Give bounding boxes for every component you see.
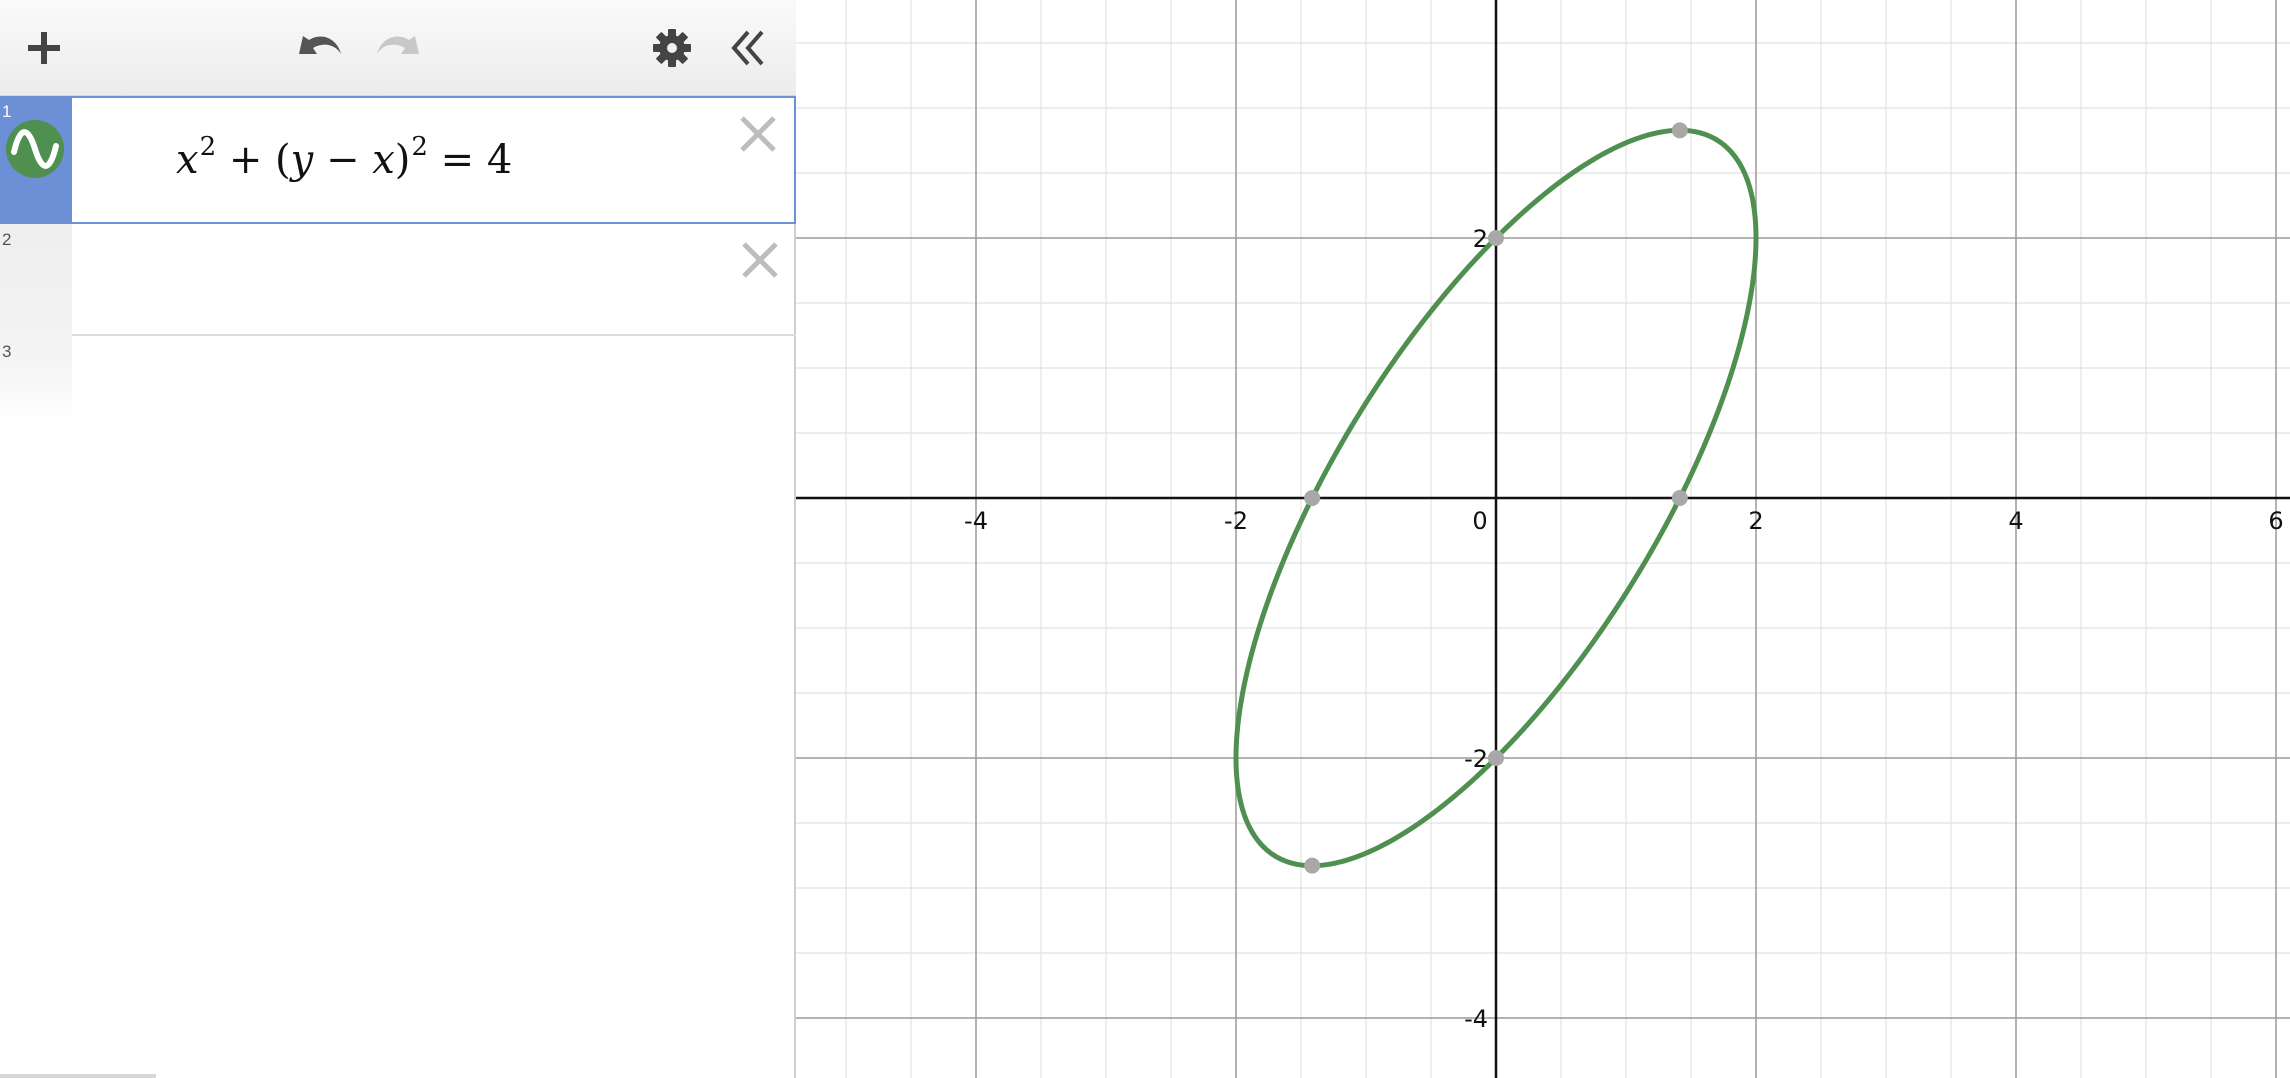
x-tick-label: 2 [1748, 507, 1763, 535]
expression-math: x2 + (y − x)2 = 4 [176, 132, 512, 183]
redo-button[interactable] [368, 18, 428, 78]
math-exponent: 2 [199, 132, 217, 162]
expression-row-1[interactable]: 1 x2 + (y − x)2 = 4 [0, 96, 796, 224]
expression-input-2[interactable] [72, 224, 796, 336]
expression-number: 1 [2, 102, 12, 121]
graph-canvas[interactable]: -4 -2 0 2 4 6 2 -2 -4 [796, 0, 2290, 1078]
add-expression-button[interactable] [14, 18, 74, 78]
settings-button[interactable] [642, 18, 702, 78]
point-of-interest[interactable] [1304, 490, 1321, 506]
expression-row-2[interactable]: 2 [0, 224, 796, 336]
math-operator: + ( [216, 137, 291, 183]
double-chevron-left-icon [731, 30, 764, 66]
redo-icon [377, 36, 419, 54]
expression-number: 3 [2, 342, 12, 361]
x-tick-label: 6 [2268, 507, 2283, 535]
point-of-interest[interactable] [1488, 750, 1504, 766]
undo-button[interactable] [290, 18, 350, 78]
math-var-y: y [290, 137, 314, 183]
math-operator: − [313, 137, 373, 183]
math-var-x: x [176, 137, 199, 183]
delete-expression-button[interactable] [736, 112, 780, 156]
math-var-x: x [372, 137, 395, 183]
undo-icon [299, 36, 341, 54]
expression-number: 2 [2, 230, 12, 249]
close-icon [742, 242, 778, 278]
x-tick-label: -4 [964, 507, 988, 535]
expression-input-1[interactable]: x2 + (y − x)2 = 4 [72, 96, 796, 224]
panel-resize-handle[interactable] [0, 1074, 156, 1078]
graph-visibility-toggle[interactable] [6, 120, 64, 178]
math-exponent: 2 [411, 132, 428, 162]
sine-wave-icon [11, 129, 59, 169]
point-of-interest[interactable] [1304, 857, 1321, 874]
point-of-interest[interactable] [1488, 230, 1504, 246]
plus-icon [28, 32, 60, 64]
point-of-interest[interactable] [1671, 490, 1688, 506]
expression-row-3[interactable]: 3 [0, 336, 796, 416]
expression-toolbar [0, 0, 796, 96]
expression-row-1-gutter: 1 [0, 96, 72, 224]
point-of-interest[interactable] [1671, 122, 1688, 139]
delete-expression-button[interactable] [738, 238, 782, 282]
x-tick-label: 4 [2008, 507, 2023, 535]
major-gridlines [796, 0, 2290, 1078]
y-tick-label: -4 [1464, 1005, 1488, 1033]
x-tick-label: -2 [1224, 507, 1248, 535]
graph-plot[interactable]: -4 -2 0 2 4 62-2-4 [796, 0, 2290, 1078]
collapse-panel-button[interactable] [718, 18, 778, 78]
expression-panel: 1 x2 + (y − x)2 = 4 2 3 [0, 0, 796, 1078]
axes [796, 0, 2290, 1078]
gear-icon [653, 29, 691, 67]
tick-labels: -4 -2 0 2 4 62-2-4 [964, 225, 2284, 1033]
math-equals: = 4 [427, 137, 513, 183]
close-icon [740, 116, 776, 152]
x-tick-label: 0 [1472, 507, 1487, 535]
minor-gridlines [796, 0, 2290, 1078]
math-paren: ) [394, 137, 411, 183]
